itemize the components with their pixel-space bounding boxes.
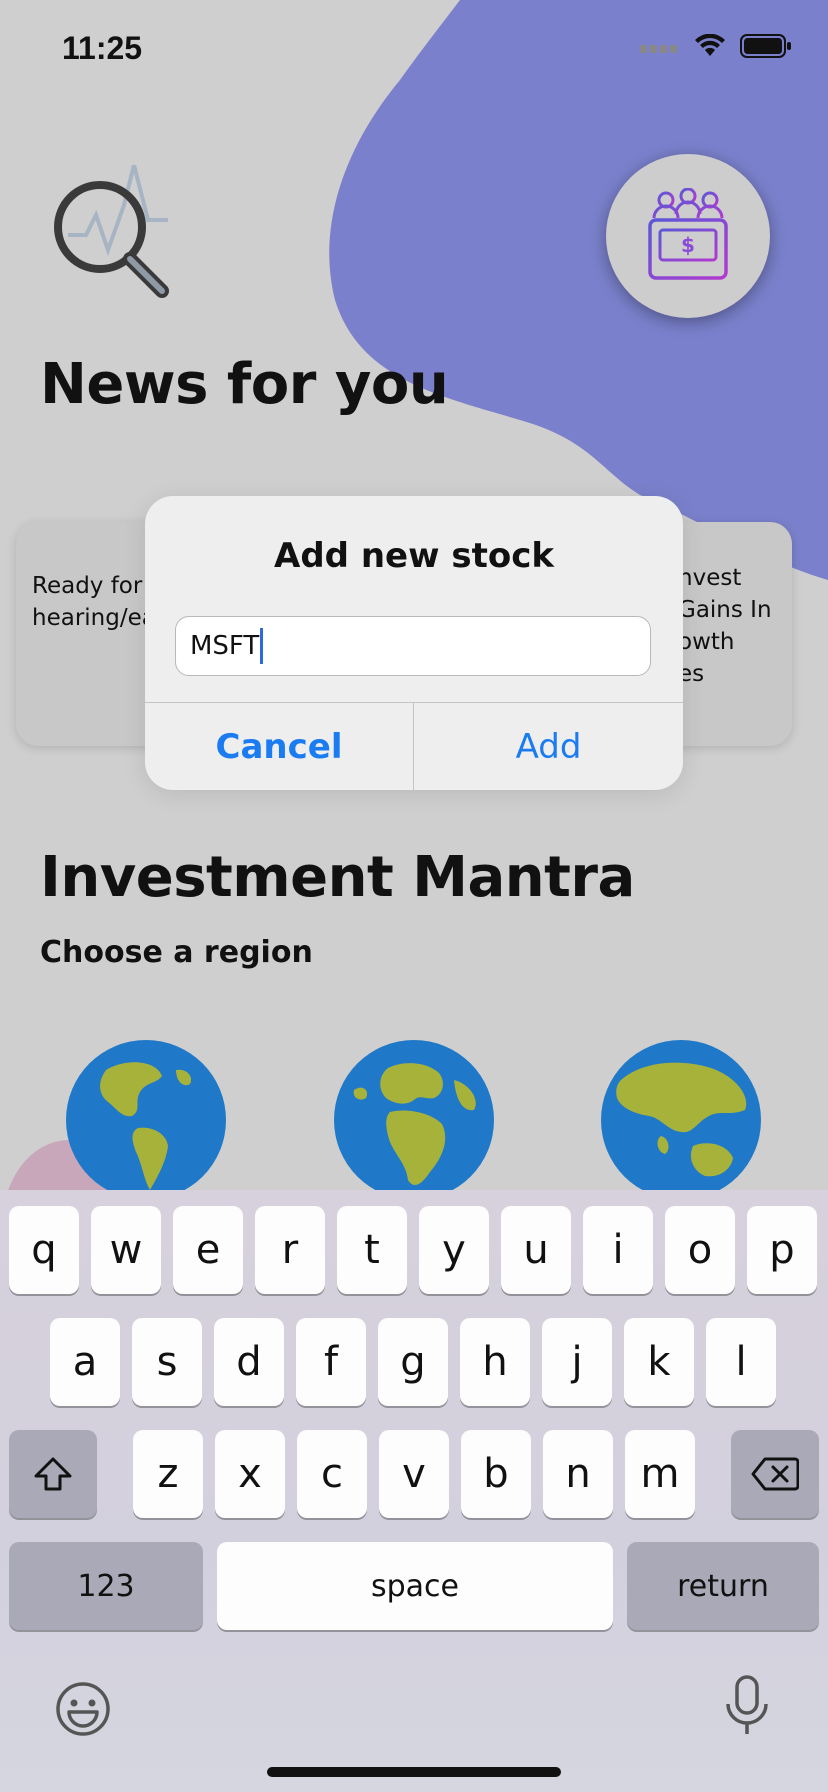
key-y[interactable]: y bbox=[419, 1206, 489, 1294]
stock-symbol-input[interactable]: MSFT bbox=[190, 631, 259, 661]
globe-europe-africa-icon[interactable] bbox=[334, 1040, 494, 1200]
text-cursor bbox=[260, 628, 264, 664]
key-t[interactable]: t bbox=[337, 1206, 407, 1294]
key-u[interactable]: u bbox=[501, 1206, 571, 1294]
add-button[interactable]: Add bbox=[414, 703, 683, 790]
key-m[interactable]: m bbox=[625, 1430, 695, 1518]
key-n[interactable]: n bbox=[543, 1430, 613, 1518]
key-r[interactable]: r bbox=[255, 1206, 325, 1294]
portfolio-button[interactable]: $ bbox=[606, 154, 770, 318]
stock-symbol-field[interactable]: MSFT bbox=[175, 616, 651, 676]
globe-asia-australia-icon[interactable] bbox=[601, 1040, 761, 1200]
add-stock-dialog: Add new stock MSFT Cancel Add bbox=[145, 496, 683, 790]
shift-key[interactable] bbox=[9, 1430, 97, 1518]
numbers-key[interactable]: 123 bbox=[9, 1542, 203, 1630]
space-key[interactable]: space bbox=[217, 1542, 613, 1630]
cancel-button[interactable]: Cancel bbox=[145, 703, 413, 790]
key-g[interactable]: g bbox=[378, 1318, 448, 1406]
key-w[interactable]: w bbox=[91, 1206, 161, 1294]
stock-search-icon bbox=[54, 165, 169, 298]
svg-text:$: $ bbox=[681, 233, 695, 257]
news-section-title: News for you bbox=[40, 352, 449, 417]
shift-icon bbox=[34, 1457, 72, 1491]
globe-americas-icon[interactable] bbox=[66, 1040, 226, 1200]
key-q[interactable]: q bbox=[9, 1206, 79, 1294]
key-d[interactable]: d bbox=[214, 1318, 284, 1406]
home-indicator[interactable] bbox=[267, 1767, 561, 1777]
key-f[interactable]: f bbox=[296, 1318, 366, 1406]
investment-section-title: Investment Mantra bbox=[40, 845, 635, 910]
delete-key[interactable] bbox=[731, 1430, 819, 1518]
battery-icon bbox=[740, 34, 791, 58]
key-p[interactable]: p bbox=[747, 1206, 817, 1294]
region-label: Choose a region bbox=[40, 935, 313, 970]
key-o[interactable]: o bbox=[665, 1206, 735, 1294]
key-k[interactable]: k bbox=[624, 1318, 694, 1406]
key-i[interactable]: i bbox=[583, 1206, 653, 1294]
microphone-icon[interactable] bbox=[722, 1674, 772, 1738]
wifi-icon bbox=[695, 34, 725, 56]
key-x[interactable]: x bbox=[215, 1430, 285, 1518]
key-v[interactable]: v bbox=[379, 1430, 449, 1518]
status-time: 11:25 bbox=[62, 30, 143, 66]
return-key[interactable]: return bbox=[627, 1542, 819, 1630]
key-h[interactable]: h bbox=[460, 1318, 530, 1406]
key-e[interactable]: e bbox=[173, 1206, 243, 1294]
dialog-title: Add new stock bbox=[274, 536, 554, 576]
cellular-signal-icon bbox=[640, 45, 677, 53]
keyboard: 123 space return qwertyuiop asdfghjkl zxcv… bbox=[0, 1190, 828, 1792]
emoji-icon[interactable] bbox=[54, 1680, 112, 1738]
key-j[interactable]: j bbox=[542, 1318, 612, 1406]
backspace-icon bbox=[751, 1457, 799, 1491]
key-s[interactable]: s bbox=[132, 1318, 202, 1406]
key-z[interactable]: z bbox=[133, 1430, 203, 1518]
key-l[interactable]: l bbox=[706, 1318, 776, 1406]
news-card-text: nvest Gains In owth es bbox=[678, 565, 772, 687]
status-icons bbox=[640, 34, 792, 58]
key-b[interactable]: b bbox=[461, 1430, 531, 1518]
investment-portfolio-icon: $ bbox=[648, 188, 728, 280]
key-c[interactable]: c bbox=[297, 1430, 367, 1518]
key-a[interactable]: a bbox=[50, 1318, 120, 1406]
